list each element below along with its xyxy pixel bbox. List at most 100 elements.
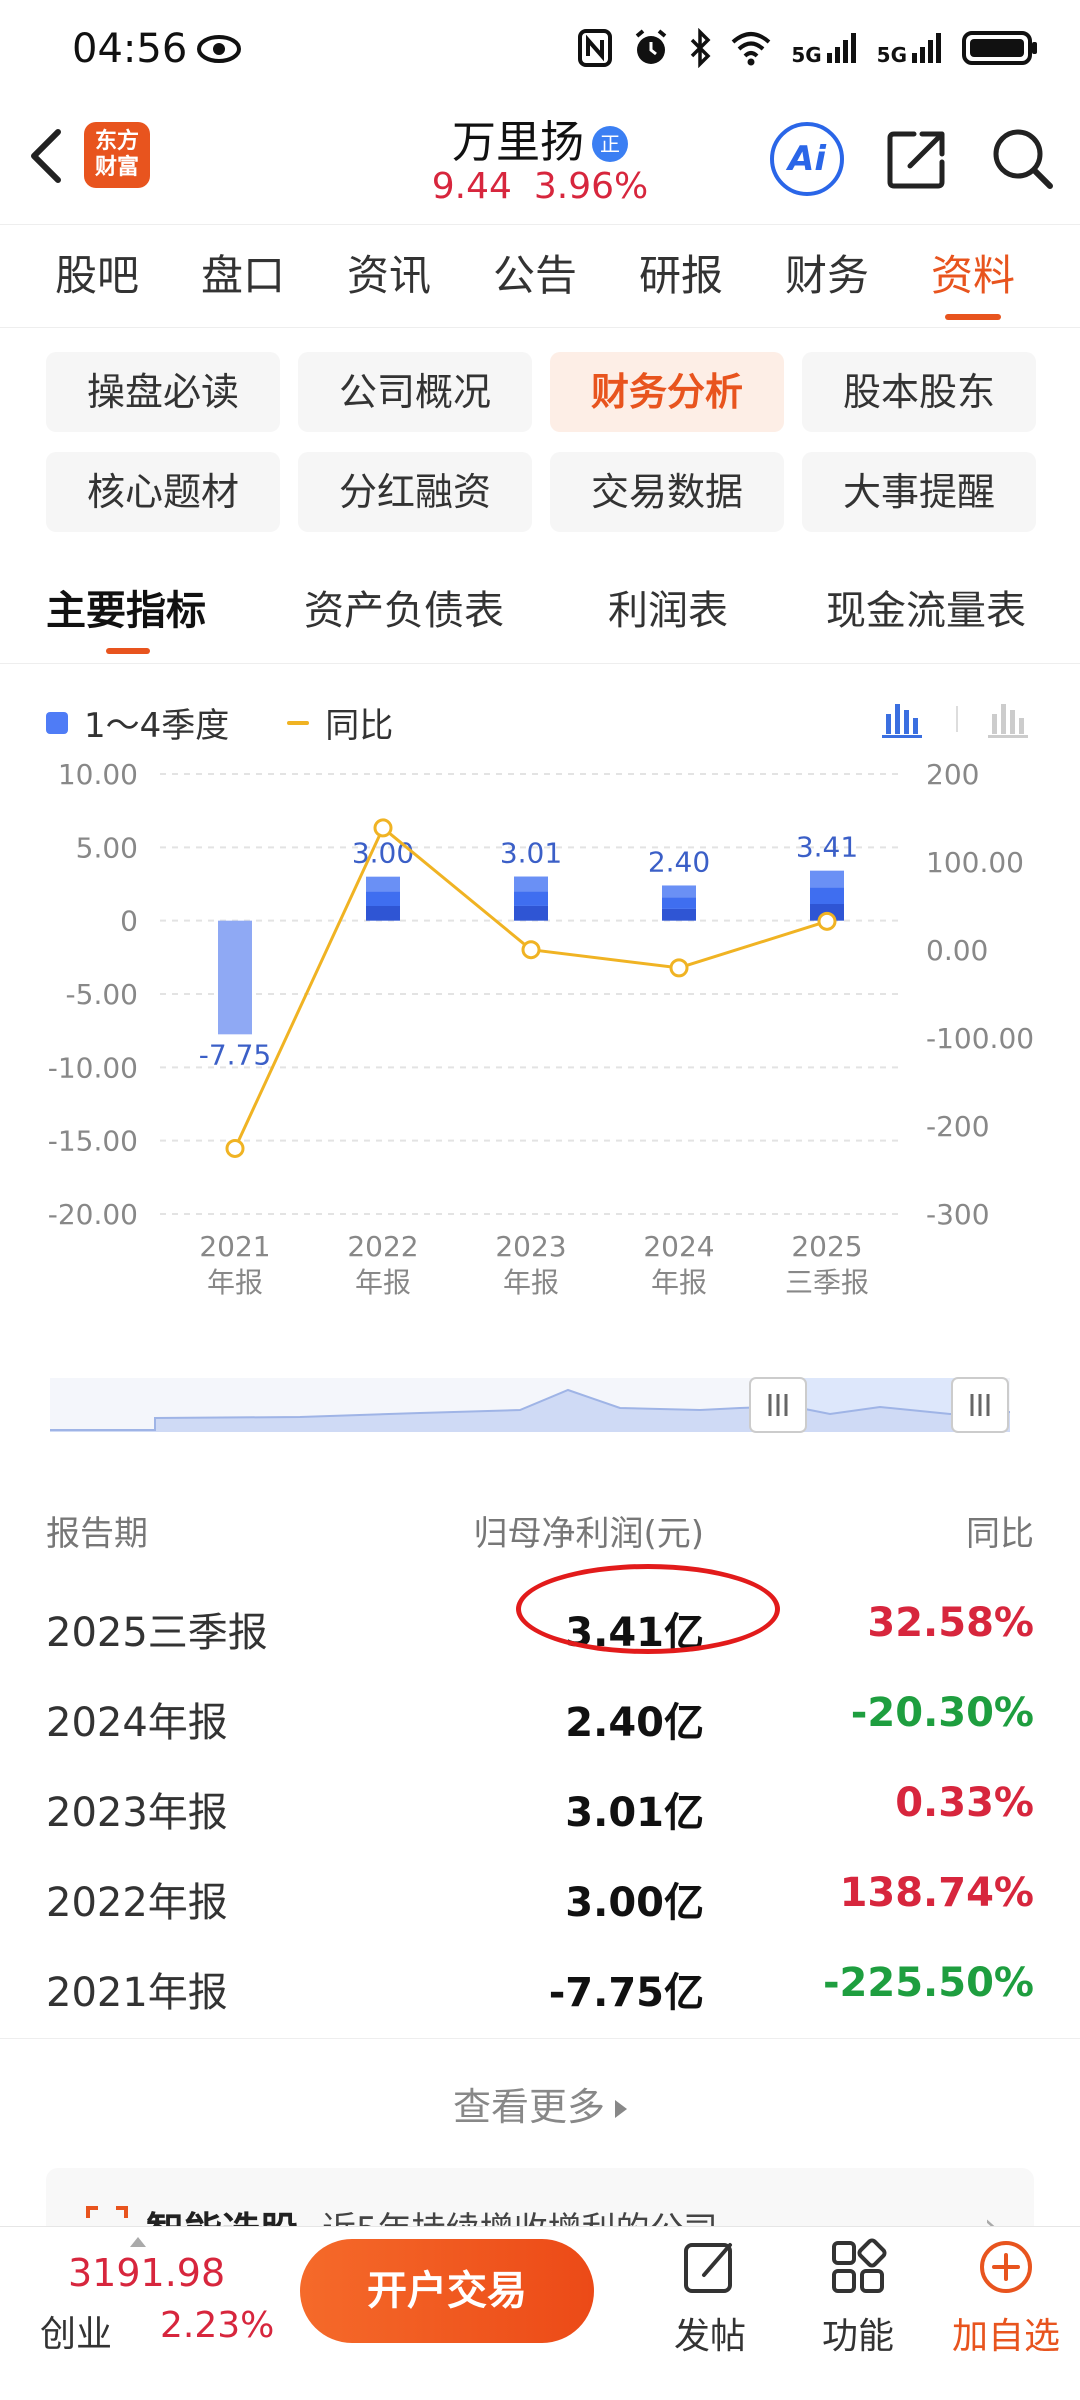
sub-btn-core-themes[interactable]: 核心题材 bbox=[46, 452, 280, 532]
statement-tabs: 主要指标 资产负债表 利润表 现金流量表 bbox=[0, 560, 1080, 664]
sub-btn-trading-guide[interactable]: 操盘必读 bbox=[46, 352, 280, 432]
legend-line-label: 同比 bbox=[325, 706, 394, 746]
table-row[interactable]: 2024年报 2.40亿 -20.30% bbox=[0, 1670, 1080, 1760]
row-yoy: -20.30% bbox=[850, 1690, 1034, 1736]
table-row[interactable]: 2021年报 -7.75亿 -225.50% bbox=[0, 1940, 1080, 2030]
alt-chart-toggle[interactable] bbox=[986, 700, 1030, 744]
x-tick-type: 年报 bbox=[651, 1266, 707, 1299]
header-yoy: 同比 bbox=[966, 1514, 1034, 1554]
edit-icon bbox=[684, 2243, 732, 2293]
sub-btn-financial-analysis[interactable]: 财务分析 bbox=[550, 352, 784, 432]
tab-announcements[interactable]: 公告 bbox=[462, 224, 608, 328]
bar-value-label: -7.75 bbox=[199, 1038, 271, 1071]
tab-income-statement[interactable]: 利润表 bbox=[608, 578, 728, 636]
bottom-bar: 3191.98 创业 2.23% 开户交易 发帖 功能 加自选 bbox=[0, 2226, 1080, 2400]
tab-guba[interactable]: 股吧 bbox=[24, 224, 170, 328]
post-button[interactable]: 发帖 bbox=[640, 2237, 780, 2359]
sub-btn-trading-data[interactable]: 交易数据 bbox=[550, 452, 784, 532]
bar-value-label: 3.00 bbox=[352, 837, 414, 870]
index-value: 3191.98 bbox=[68, 2251, 226, 2295]
bar-segment bbox=[514, 891, 548, 906]
table-row[interactable]: 2023年报 3.01亿 0.33% bbox=[0, 1760, 1080, 1850]
stock-change-pct: 3.96% bbox=[533, 166, 649, 207]
caret-right-icon bbox=[615, 2100, 627, 2118]
yoy-point bbox=[669, 958, 689, 978]
header-period: 报告期 bbox=[46, 1514, 148, 1554]
bar-value-label: 3.41 bbox=[796, 831, 858, 864]
bar-segment bbox=[662, 885, 696, 898]
legend-line-swatch bbox=[287, 720, 310, 725]
sub-btn-event-reminders[interactable]: 大事提醒 bbox=[802, 452, 1036, 532]
chart-canvas: 10.00 5.00 0 -5.00 -10.00 -15.00 -20.00 200 100.… bbox=[48, 760, 1034, 1299]
profile-sub-menu: 操盘必读 公司概况 财务分析 股本股东 核心题材 分红融资 交易数据 大事提醒 bbox=[46, 352, 1036, 532]
tab-profile[interactable]: 资料 bbox=[900, 224, 1046, 328]
tab-research[interactable]: 研报 bbox=[608, 224, 754, 328]
row-profit: -7.75亿 bbox=[548, 1970, 704, 2016]
table-row[interactable]: 2022年报 3.00亿 138.74% bbox=[0, 1850, 1080, 1940]
x-tick-year: 2021 bbox=[199, 1230, 270, 1263]
wifi-icon bbox=[729, 30, 773, 66]
bar-segment bbox=[662, 897, 696, 909]
battery-icon bbox=[962, 29, 1040, 67]
bar-segment bbox=[514, 876, 548, 892]
tab-cash-flow[interactable]: 现金流量表 bbox=[826, 578, 1026, 636]
tab-finance[interactable]: 财务 bbox=[754, 224, 900, 328]
add-watchlist-button[interactable]: 加自选 bbox=[936, 2237, 1076, 2359]
y-tick-left: -20.00 bbox=[48, 1198, 138, 1231]
bar-chart-toggle[interactable] bbox=[880, 700, 924, 744]
slider-handle-left[interactable] bbox=[749, 1377, 807, 1433]
yoy-point bbox=[373, 818, 393, 838]
y-tick-right: -200 bbox=[926, 1110, 990, 1143]
ai-button[interactable]: Ai bbox=[770, 122, 844, 196]
eye-icon bbox=[196, 34, 242, 68]
post-label: 发帖 bbox=[673, 2316, 746, 2357]
row-period: 2022年报 bbox=[46, 1880, 228, 1926]
share-button[interactable] bbox=[882, 124, 952, 198]
main-tabs: 股吧 盘口 资讯 公告 研报 财务 资料 bbox=[0, 224, 1080, 328]
signal-5g-icon-2: 5G bbox=[877, 31, 944, 65]
x-tick-year: 2023 bbox=[495, 1230, 566, 1263]
index-name: 创业 bbox=[40, 2314, 113, 2355]
x-tick-type: 年报 bbox=[503, 1266, 559, 1299]
nfc-icon bbox=[577, 28, 613, 68]
profit-chart: 1～4季度 同比 10.00 5.00 0 -5.00 -10.00 -15.00 -20.… bbox=[0, 680, 1080, 1440]
bar-value-label: 2.40 bbox=[648, 845, 710, 878]
plus-circle-icon bbox=[980, 2241, 1032, 2293]
stock-name: 万里扬 bbox=[452, 117, 584, 168]
bar-segment bbox=[810, 870, 844, 888]
stock-header: 东方 财富 万里扬正 9.44 3.96% Ai bbox=[0, 100, 1080, 224]
tab-pankou[interactable]: 盘口 bbox=[170, 224, 316, 328]
bar-segment bbox=[662, 908, 696, 921]
red-circle-annotation bbox=[516, 1564, 780, 1654]
x-tick-type: 年报 bbox=[355, 1266, 411, 1299]
network-type-label: 5G bbox=[791, 43, 822, 67]
table-header: 报告期 归母净利润(元) 同比 bbox=[0, 1470, 1080, 1580]
sub-btn-dividends-financing[interactable]: 分红融资 bbox=[298, 452, 532, 532]
search-button[interactable] bbox=[988, 124, 1058, 198]
tab-key-indicators[interactable]: 主要指标 bbox=[46, 578, 206, 636]
share-icon bbox=[887, 131, 945, 189]
functions-button[interactable]: 功能 bbox=[788, 2237, 928, 2359]
bar-chart-alt-icon bbox=[988, 704, 1028, 738]
bar-chart-icon bbox=[882, 704, 922, 738]
y-tick-left: -15.00 bbox=[48, 1125, 138, 1158]
y-tick-left: 0 bbox=[120, 905, 138, 938]
grid-icon bbox=[832, 2238, 887, 2293]
tab-balance-sheet[interactable]: 资产负债表 bbox=[304, 578, 504, 636]
sub-btn-company-overview[interactable]: 公司概况 bbox=[298, 352, 532, 432]
stock-badge: 正 bbox=[592, 126, 628, 162]
range-slider[interactable] bbox=[0, 1370, 1080, 1440]
bar-segment bbox=[366, 876, 400, 892]
sub-btn-shareholders[interactable]: 股本股东 bbox=[802, 352, 1036, 432]
y-tick-left: 5.00 bbox=[76, 831, 138, 864]
yoy-point bbox=[817, 911, 837, 931]
alarm-icon bbox=[631, 28, 671, 68]
index-change: 2.23% bbox=[160, 2305, 275, 2346]
y-tick-right: -300 bbox=[926, 1198, 990, 1231]
open-account-trade-button[interactable]: 开户交易 bbox=[300, 2239, 594, 2343]
slider-handle-right[interactable] bbox=[951, 1377, 1009, 1433]
functions-label: 功能 bbox=[821, 2316, 894, 2357]
view-more-link[interactable]: 查看更多 bbox=[0, 2076, 1080, 2131]
x-tick-type: 三季报 bbox=[785, 1266, 869, 1299]
tab-news[interactable]: 资讯 bbox=[316, 224, 462, 328]
